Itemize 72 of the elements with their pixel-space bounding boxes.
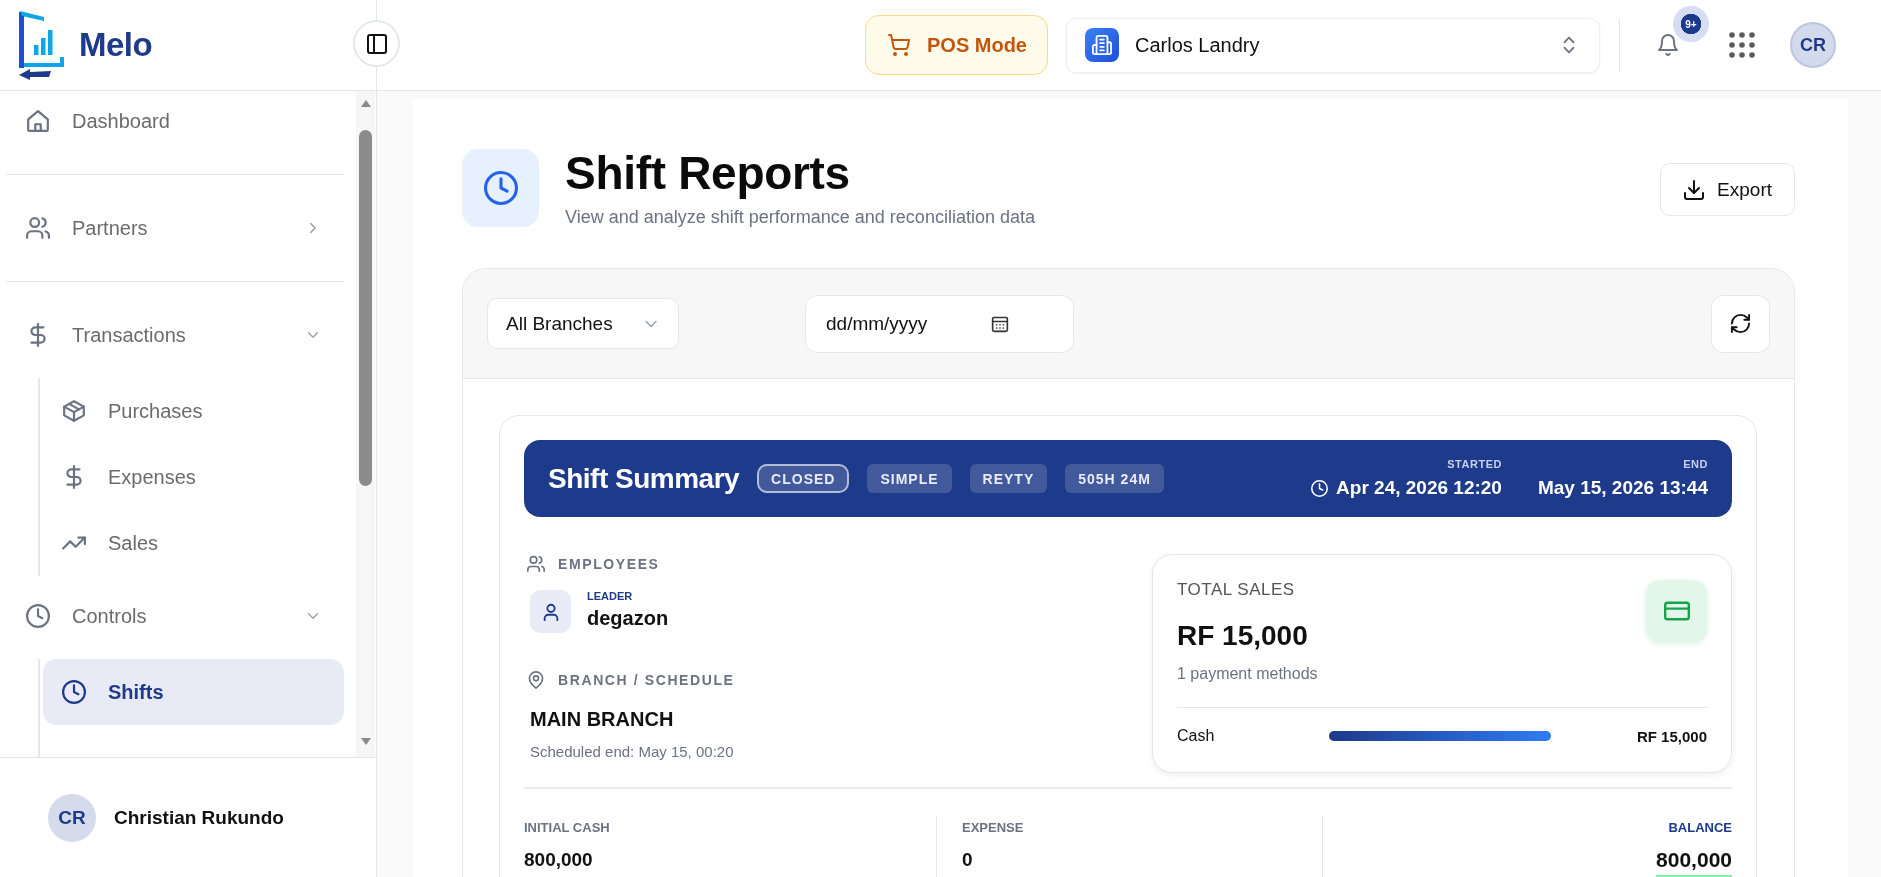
branch-name: MAIN BRANCH bbox=[529, 707, 675, 731]
tag-badge: 505H 24M bbox=[1065, 464, 1164, 493]
payment-method-amount: RF 15,000 bbox=[1635, 727, 1707, 745]
time-value: Apr 24, 2026 12:20 bbox=[1336, 477, 1502, 499]
clock-icon bbox=[62, 680, 86, 704]
sidebar-item[interactable]: Sales bbox=[43, 510, 344, 576]
sidebar-item[interactable]: Controls bbox=[6, 586, 344, 646]
refresh-button[interactable] bbox=[1711, 294, 1770, 353]
time-label: END bbox=[1683, 458, 1708, 471]
time-value: May 15, 2026 13:44 bbox=[1537, 477, 1708, 499]
building-icon bbox=[1085, 28, 1119, 62]
clock-icon bbox=[462, 149, 539, 227]
scrollbar[interactable] bbox=[356, 91, 375, 757]
tag-badge: SIMPLE bbox=[867, 464, 952, 493]
users-icon bbox=[527, 555, 545, 573]
users-icon bbox=[26, 216, 50, 240]
page-title: Shift Reports bbox=[565, 148, 851, 198]
credit-card-icon bbox=[1646, 580, 1707, 642]
pos-mode-button[interactable]: POS Mode bbox=[865, 15, 1048, 75]
user-name: Christian Rukundo bbox=[114, 806, 284, 829]
schedule-note: Scheduled end: May 15, 00:20 bbox=[529, 742, 735, 762]
clock-icon bbox=[26, 604, 50, 628]
user-avatar[interactable]: CR bbox=[1790, 22, 1836, 68]
total-sales-label: TOTAL SALES bbox=[1177, 579, 1296, 601]
date-field[interactable]: dd/mm/yyyy bbox=[805, 294, 1074, 353]
section-heading: EMPLOYEES bbox=[558, 556, 660, 572]
bell-icon[interactable] bbox=[1657, 34, 1679, 56]
sidebar-item[interactable]: Purchases bbox=[43, 378, 344, 444]
cart-icon bbox=[888, 34, 910, 56]
branch-select[interactable]: All Branches bbox=[487, 298, 679, 349]
sidebar-item[interactable]: Shifts bbox=[43, 659, 344, 725]
sidebar-item[interactable]: Expenses bbox=[43, 444, 344, 510]
branch-selector[interactable]: Carlos Landry bbox=[1066, 17, 1600, 73]
stat-value: 800,000 bbox=[524, 848, 593, 872]
summary-title: Shift Summary bbox=[548, 462, 740, 495]
home-icon bbox=[26, 109, 50, 133]
stat-label: BALANCE bbox=[1667, 820, 1732, 836]
employee-name: degazon bbox=[587, 606, 669, 630]
tag-badge: REYTY bbox=[969, 464, 1048, 493]
scrollbar-thumb[interactable] bbox=[359, 130, 372, 486]
sidebar-item[interactable]: Dashboard bbox=[6, 91, 344, 151]
refresh-icon bbox=[1730, 313, 1751, 334]
download-icon bbox=[1683, 178, 1706, 201]
export-button[interactable]: Export bbox=[1660, 163, 1795, 216]
stat-value: 0 bbox=[962, 848, 973, 872]
employee-role: LEADER bbox=[587, 590, 634, 603]
page-subtitle: View and analyze shift performance and reconciliation data bbox=[565, 206, 1035, 228]
total-sales-amount: RF 15,000 bbox=[1177, 619, 1309, 653]
notification-badge: 9+ bbox=[1673, 6, 1709, 42]
clock-icon bbox=[1311, 479, 1329, 497]
chart-logo-icon bbox=[18, 10, 64, 80]
user-avatar: CR bbox=[48, 793, 96, 842]
scroll-down-icon[interactable] bbox=[360, 738, 371, 745]
panel-icon bbox=[365, 32, 388, 55]
sidebar-item[interactable]: Partners bbox=[6, 198, 344, 258]
user-icon bbox=[530, 590, 571, 633]
stat-label: INITIAL CASH bbox=[524, 820, 611, 836]
payment-methods-count: 1 payment methods bbox=[1177, 664, 1319, 684]
payment-method-name: Cash bbox=[1177, 727, 1216, 745]
sidebar-item[interactable]: Transactions bbox=[6, 305, 344, 365]
calendar-icon[interactable] bbox=[991, 314, 1009, 333]
status-badge: CLOSED bbox=[757, 464, 850, 493]
scroll-up-icon[interactable] bbox=[360, 100, 371, 107]
time-label: STARTED bbox=[1447, 458, 1502, 471]
apps-grid-icon[interactable] bbox=[1729, 32, 1755, 58]
section-heading: BRANCH / SCHEDULE bbox=[558, 672, 735, 688]
app-name: Melo bbox=[79, 26, 153, 64]
sidebar-toggle-button[interactable] bbox=[353, 20, 400, 67]
stat-label: EXPENSE bbox=[962, 820, 1025, 836]
stat-value: 800,000 bbox=[1656, 848, 1732, 877]
map-pin-icon bbox=[527, 671, 545, 689]
box-icon bbox=[62, 399, 86, 423]
